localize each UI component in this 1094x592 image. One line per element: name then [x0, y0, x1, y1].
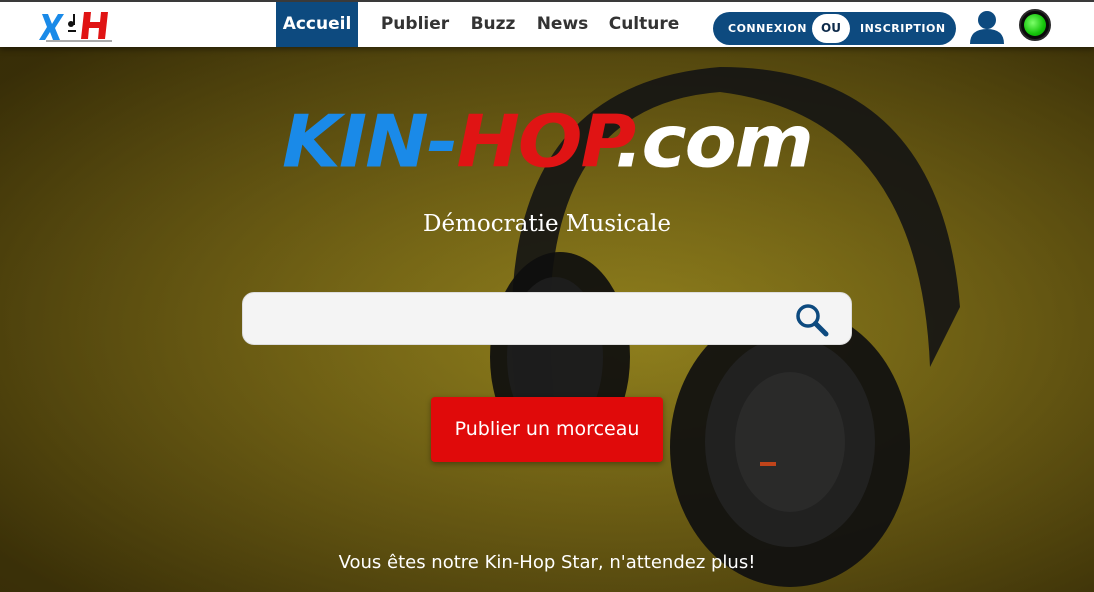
publish-track-button[interactable]: Publier un morceau — [431, 397, 663, 462]
brand-logo-title: KIN-HOP.com — [0, 99, 1094, 184]
user-icon[interactable] — [967, 9, 1007, 45]
hero-footer-note: Vous êtes notre Kin-Hop Star, n'attendez… — [338, 552, 756, 573]
nav-news[interactable]: News — [531, 2, 594, 47]
search-bar — [242, 292, 852, 345]
brand-kin-text: KIN- — [282, 99, 458, 184]
login-button[interactable]: CONNEXION — [728, 12, 807, 45]
auth-group: CONNEXION OU INSCRIPTION — [713, 12, 956, 45]
signup-button[interactable]: INSCRIPTION — [860, 12, 946, 45]
search-icon[interactable] — [795, 303, 829, 337]
nav-accueil[interactable]: Accueil — [276, 2, 358, 47]
auth-or-label: OU — [812, 14, 850, 43]
tagline: Démocratie Musicale — [423, 211, 671, 237]
top-navbar: Accueil Publier Buzz News Culture CONNEX… — [0, 0, 1094, 47]
hero-section: KIN-HOP.com Démocratie Musicale Publier … — [0, 47, 1094, 592]
online-status-icon — [1019, 9, 1051, 41]
brand-com-text: .com — [614, 99, 814, 184]
nav-culture[interactable]: Culture — [604, 2, 684, 47]
nav-publier[interactable]: Publier — [376, 2, 454, 47]
brand-hop-text: HOP — [456, 99, 616, 184]
kinhop-logo-icon[interactable] — [38, 6, 120, 44]
search-input[interactable] — [255, 301, 779, 339]
nav-buzz[interactable]: Buzz — [462, 2, 524, 47]
